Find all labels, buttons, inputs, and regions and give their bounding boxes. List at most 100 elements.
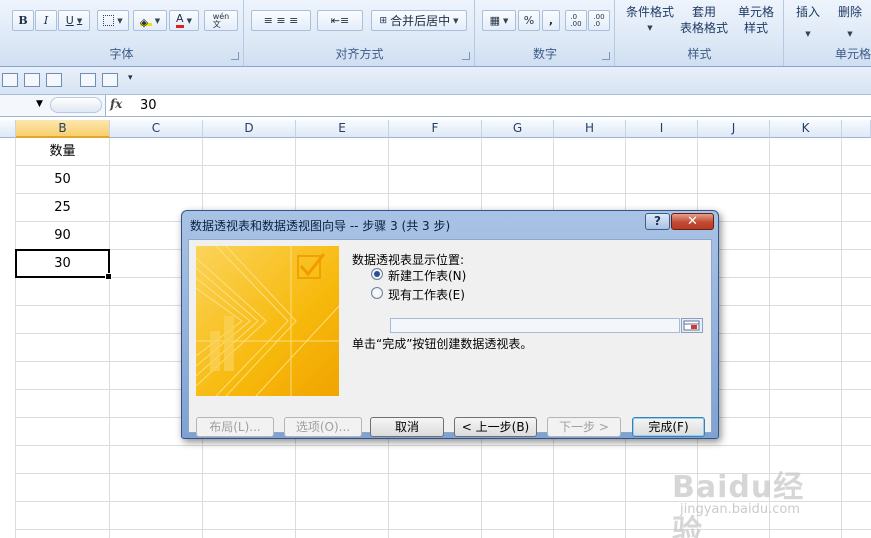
grid-line xyxy=(109,138,110,538)
align-buttons[interactable]: ≡ ≡ ≡ xyxy=(251,10,311,31)
conditional-format-button[interactable]: 条件格式 ▼ xyxy=(620,4,680,36)
bar-chart-icon[interactable] xyxy=(24,73,40,87)
finish-button[interactable]: 完成(F) xyxy=(632,417,705,437)
watermark-logo: Baidu经验 xyxy=(672,470,805,538)
font-group: B I U ▼ ▼ ◈ ▼ A ▼ wén 文 字体 xyxy=(0,0,244,66)
pivot-table-icon[interactable] xyxy=(102,73,118,87)
merge-icon: ⊞ xyxy=(379,15,388,26)
format-as-table-label: 套用 表格格式 xyxy=(679,5,728,35)
indent-buttons[interactable]: ⇤≡ xyxy=(317,10,363,31)
fx-icon[interactable]: fx xyxy=(110,97,128,114)
indent-icon: ⇤≡ xyxy=(330,14,350,27)
customize-qat-icon[interactable]: ▾ xyxy=(128,73,133,83)
align-center-icon: ≡ xyxy=(276,14,286,27)
insert-button[interactable]: 插入 ▼ xyxy=(789,4,827,42)
underline-button[interactable]: U ▼ xyxy=(58,10,90,31)
cells-group-label: 单元格 xyxy=(834,47,871,61)
fill-color-button[interactable]: ◈ ▼ xyxy=(133,10,167,31)
decrease-decimal-button[interactable]: .00 .0 xyxy=(588,10,610,31)
cell-b-value[interactable]: 50 xyxy=(16,166,109,193)
cell-styles-label: 单元格 样式 xyxy=(737,5,774,35)
delete-button[interactable]: 删除 ▼ xyxy=(831,4,869,42)
font-color-label: A xyxy=(176,13,184,28)
column-header-k[interactable]: K xyxy=(770,120,842,138)
merge-center-label: 合并后居中 xyxy=(390,14,451,28)
dialog-title[interactable]: 数据透视表和数据透视图向导 -- 步骤 3 (共 3 步) xyxy=(190,217,450,234)
radio-new-worksheet-label[interactable]: 新建工作表(N) xyxy=(388,267,466,284)
radio-existing-worksheet-label[interactable]: 现有工作表(E) xyxy=(388,286,465,303)
cell-styles-button[interactable]: 单元格 样式 xyxy=(732,4,780,36)
font-group-label: 字体 xyxy=(109,47,134,61)
grid-line xyxy=(15,193,871,194)
currency-icon: ▦ xyxy=(489,14,500,27)
alignment-group-label: 对齐方式 xyxy=(335,47,384,61)
column-header-e[interactable]: E xyxy=(296,120,389,138)
comma-button[interactable]: , xyxy=(542,10,560,31)
alignment-group: ≡ ≡ ≡ ⇤≡ ⊞ 合并后居中 ▼ 对齐方式 xyxy=(245,0,475,66)
active-cell-border[interactable] xyxy=(15,249,112,280)
pivot-chart-icon[interactable] xyxy=(2,73,18,87)
radio-existing-worksheet[interactable] xyxy=(371,287,383,299)
help-button[interactable]: ? xyxy=(645,213,670,230)
column-header-l[interactable] xyxy=(842,120,871,138)
format-as-table-button[interactable]: 套用 表格格式 xyxy=(674,4,734,36)
radio-new-worksheet[interactable] xyxy=(371,268,383,280)
font-color-button[interactable]: A ▼ xyxy=(169,10,199,31)
fill-bucket-icon: ◈ xyxy=(139,16,152,29)
underline-label: U xyxy=(65,14,74,27)
name-box[interactable]: ▼ xyxy=(0,95,106,116)
delete-label: 删除 xyxy=(837,5,862,19)
options-button[interactable]: 选项(O)... xyxy=(284,417,362,437)
wizard-illustration xyxy=(196,246,339,396)
increase-decimal-button[interactable]: .0 .00 xyxy=(565,10,587,31)
excel-window: B I U ▼ ▼ ◈ ▼ A ▼ wén 文 字体 ≡ ≡ ≡ ⇤≡ ⊞ 合并后居中 ▼… xyxy=(0,0,871,538)
bold-button[interactable]: B xyxy=(12,10,34,31)
increase-decimal-label: .0 .00 xyxy=(570,12,582,28)
name-box-slider[interactable] xyxy=(50,97,102,113)
layout-button[interactable]: 布局(L)... xyxy=(196,417,274,437)
column-header-h[interactable]: H xyxy=(554,120,626,138)
border-button[interactable]: ▼ xyxy=(97,10,129,31)
conditional-format-label: 条件格式 xyxy=(625,5,674,19)
grid-line xyxy=(15,165,871,166)
italic-button[interactable]: I xyxy=(35,10,57,31)
ribbon: B I U ▼ ▼ ◈ ▼ A ▼ wén 文 字体 ≡ ≡ ≡ ⇤≡ ⊞ 合并后居中 ▼… xyxy=(0,0,871,67)
name-box-dropdown-icon[interactable]: ▼ xyxy=(36,99,43,109)
column-header-d[interactable]: D xyxy=(203,120,296,138)
formula-bar: ▼ fx 30 xyxy=(0,95,871,117)
cells-group: 插入 ▼ 删除 ▼ 单元格 xyxy=(785,0,871,66)
percent-label: % xyxy=(523,14,535,27)
decrease-decimal-label: .00 .0 xyxy=(593,12,605,28)
merge-center-button[interactable]: ⊞ 合并后居中 ▼ xyxy=(371,10,467,31)
cancel-button[interactable]: 取消 xyxy=(370,417,444,437)
cell-b-value[interactable]: 90 xyxy=(16,222,109,249)
cell-b-header[interactable]: 数量 xyxy=(16,138,109,165)
accounting-format-button[interactable]: ▦ ▼ xyxy=(482,10,516,31)
border-icon xyxy=(103,15,115,26)
column-header-j[interactable]: J xyxy=(698,120,770,138)
phonetic-button[interactable]: wén 文 xyxy=(204,10,238,31)
line-chart-icon[interactable] xyxy=(46,73,62,87)
close-button[interactable]: ✕ xyxy=(671,213,714,230)
range-picker-button[interactable] xyxy=(681,318,703,333)
pivot-wizard-dialog: 数据透视表和数据透视图向导 -- 步骤 3 (共 3 步) ? ✕ 数据透视表显… xyxy=(181,210,719,439)
cell-b-value[interactable]: 25 xyxy=(16,194,109,221)
select-all-corner[interactable] xyxy=(0,120,16,138)
column-header-c[interactable]: C xyxy=(110,120,203,138)
number-dialog-launcher[interactable] xyxy=(602,52,610,60)
formula-value[interactable]: 30 xyxy=(140,98,157,113)
column-header-f[interactable]: F xyxy=(389,120,482,138)
column-header-i[interactable]: I xyxy=(626,120,698,138)
column-header-g[interactable]: G xyxy=(482,120,554,138)
dialog-body: 数据透视表显示位置: 新建工作表(N) 现有工作表(E) 单击“完成”按钮创建数… xyxy=(188,239,712,437)
next-button[interactable]: 下一步 > xyxy=(547,417,621,437)
font-dialog-launcher[interactable] xyxy=(231,52,239,60)
percent-button[interactable]: % xyxy=(518,10,540,31)
alignment-dialog-launcher[interactable] xyxy=(462,52,470,60)
column-header-b[interactable]: B xyxy=(16,120,110,138)
watermark-url: jingyan.baidu.com xyxy=(680,502,800,517)
comma-label: , xyxy=(548,14,554,27)
range-input[interactable] xyxy=(390,318,680,333)
back-button[interactable]: < 上一步(B) xyxy=(454,417,537,437)
form-icon[interactable] xyxy=(80,73,96,87)
